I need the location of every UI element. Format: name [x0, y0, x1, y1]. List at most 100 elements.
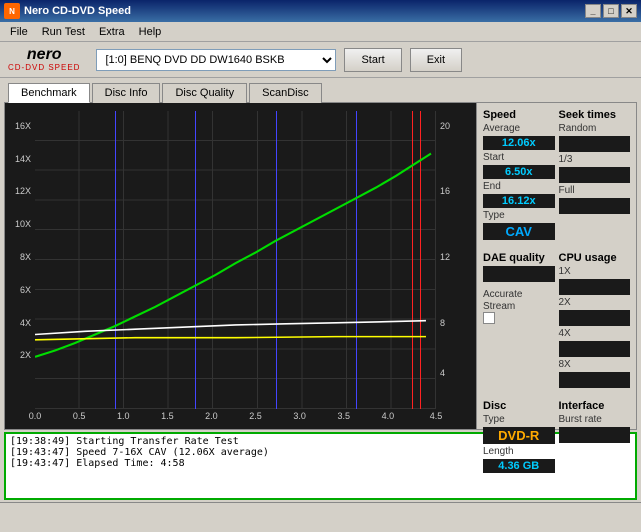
type-value: CAV: [483, 223, 555, 240]
type-label: Type: [483, 210, 555, 221]
end-label: End: [483, 181, 555, 192]
window-controls[interactable]: _ □ ✕: [585, 4, 637, 18]
tab-disc-quality[interactable]: Disc Quality: [162, 83, 247, 103]
4x-label: 4X: [559, 328, 631, 339]
exit-button[interactable]: Exit: [410, 48, 462, 72]
x-label-05: 0.5: [73, 411, 86, 421]
y-label-right-16: 16: [440, 186, 450, 196]
2x-label: 2X: [559, 297, 631, 308]
8x-value: [559, 372, 631, 388]
onethird-value: [559, 167, 631, 183]
interface-column: Interface Burst rate: [559, 400, 631, 473]
tab-disc-info[interactable]: Disc Info: [92, 83, 161, 103]
cpu-column: CPU usage 1X 2X 4X 8X: [559, 252, 631, 388]
y-label-right-4: 4: [440, 368, 445, 378]
maximize-button[interactable]: □: [603, 4, 619, 18]
disc-type-value: DVD-R: [483, 427, 555, 444]
disc-length-label: Length: [483, 446, 555, 457]
full-value: [559, 198, 631, 214]
disc-length-value: 4.36 GB: [483, 459, 555, 473]
disc-title: Disc: [483, 400, 555, 412]
speed-title: Speed: [483, 109, 555, 121]
chart-container: [35, 111, 436, 409]
cdspeed-brand: CD-DVD SPEED: [8, 63, 80, 72]
tab-scandisc[interactable]: ScanDisc: [249, 83, 321, 103]
burst-value: [559, 427, 631, 443]
end-value: 16.12x: [483, 194, 555, 208]
1x-value: [559, 279, 631, 295]
disc-interface-section: Disc Type DVD-R Length 4.36 GB Interface…: [483, 400, 630, 473]
x-label-1: 1.0: [117, 411, 130, 421]
x-label-0: 0.0: [29, 411, 42, 421]
nero-logo: nero CD-DVD SPEED: [8, 47, 80, 72]
y-axis-left: 16X 14X 12X 10X 8X 6X 4X 2X: [5, 111, 35, 409]
y-label-right-20: 20: [440, 121, 450, 131]
x-label-4: 4.0: [382, 411, 395, 421]
accurate-stream-section: Accurate Stream: [483, 288, 555, 324]
chart-svg: [35, 111, 436, 409]
burst-label: Burst rate: [559, 414, 631, 425]
average-label: Average: [483, 123, 555, 134]
x-label-3: 3.0: [293, 411, 306, 421]
accurate-stream-checkbox[interactable]: [483, 312, 495, 324]
y-label-8x: 8X: [20, 252, 31, 262]
random-value: [559, 136, 631, 152]
close-button[interactable]: ✕: [621, 4, 637, 18]
menu-extra[interactable]: Extra: [93, 24, 131, 40]
right-panel: Speed Average 12.06x Start 6.50x End 16.…: [476, 103, 636, 429]
y-label-16x: 16X: [15, 121, 31, 131]
title-bar: N Nero CD-DVD Speed _ □ ✕: [0, 0, 641, 22]
start-button[interactable]: Start: [344, 48, 401, 72]
y-label-right-12: 12: [440, 252, 450, 262]
speed-column: Speed Average 12.06x Start 6.50x End 16.…: [483, 109, 555, 240]
dae-title: DAE quality: [483, 252, 555, 264]
1x-label: 1X: [559, 266, 631, 277]
average-value: 12.06x: [483, 136, 555, 150]
x-label-35: 3.5: [338, 411, 351, 421]
toolbar: nero CD-DVD SPEED [1:0] BENQ DVD DD DW16…: [0, 42, 641, 78]
nero-brand: nero: [27, 47, 62, 63]
start-label: Start: [483, 152, 555, 163]
status-bar: [0, 502, 641, 520]
menu-file[interactable]: File: [4, 24, 34, 40]
full-label: Full: [559, 185, 631, 196]
chart-area: 16X 14X 12X 10X 8X 6X 4X 2X: [5, 103, 476, 429]
speed-seek-section: Speed Average 12.06x Start 6.50x End 16.…: [483, 109, 630, 240]
menu-bar: File Run Test Extra Help: [0, 22, 641, 42]
tabs: Benchmark Disc Info Disc Quality ScanDis…: [0, 78, 641, 102]
y-label-right-8: 8: [440, 318, 445, 328]
window-title: Nero CD-DVD Speed: [24, 5, 131, 17]
y-label-10x: 10X: [15, 219, 31, 229]
menu-run-test[interactable]: Run Test: [36, 24, 91, 40]
x-label-15: 1.5: [161, 411, 174, 421]
seek-title: Seek times: [559, 109, 631, 121]
interface-title: Interface: [559, 400, 631, 412]
random-label: Random: [559, 123, 631, 134]
x-label-25: 2.5: [249, 411, 262, 421]
menu-help[interactable]: Help: [133, 24, 168, 40]
dae-column: DAE quality Accurate Stream: [483, 252, 555, 388]
drive-select[interactable]: [1:0] BENQ DVD DD DW1640 BSKB: [96, 49, 336, 71]
y-label-4x: 4X: [20, 318, 31, 328]
2x-value: [559, 310, 631, 326]
minimize-button[interactable]: _: [585, 4, 601, 18]
y-label-2x: 2X: [20, 350, 31, 360]
x-label-2: 2.0: [205, 411, 218, 421]
y-axis-right: 20 16 12 8 4: [436, 111, 476, 409]
accurate-stream-label: Accurate Stream: [483, 289, 522, 312]
dae-cpu-section: DAE quality Accurate Stream CPU usage 1X…: [483, 252, 630, 388]
4x-value: [559, 341, 631, 357]
start-value: 6.50x: [483, 165, 555, 179]
x-axis: 0.0 0.5 1.0 1.5 2.0 2.5 3.0 3.5 4.0 4.5: [35, 409, 436, 429]
x-label-45: 4.5: [430, 411, 443, 421]
y-label-12x: 12X: [15, 186, 31, 196]
dae-value: [483, 266, 555, 282]
y-label-14x: 14X: [15, 154, 31, 164]
y-label-6x: 6X: [20, 285, 31, 295]
8x-label: 8X: [559, 359, 631, 370]
main-content: 16X 14X 12X 10X 8X 6X 4X 2X: [4, 102, 637, 430]
cpu-title: CPU usage: [559, 252, 631, 264]
disc-type-label: Type: [483, 414, 555, 425]
tab-benchmark[interactable]: Benchmark: [8, 83, 90, 103]
app-icon: N: [4, 3, 20, 19]
